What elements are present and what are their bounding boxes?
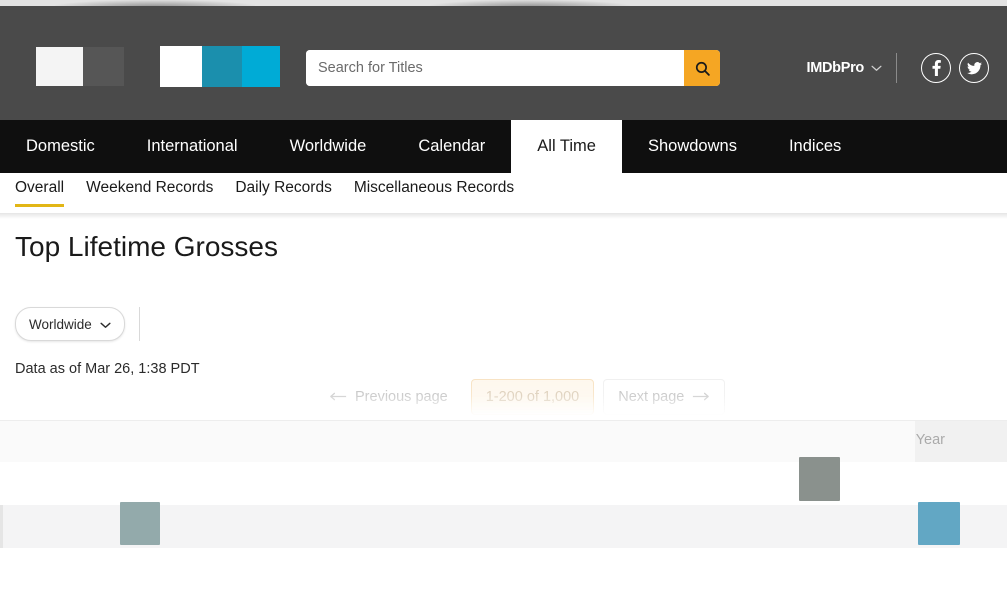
bom-logo-segment-teal: [202, 46, 242, 87]
filter-bar: Worldwide: [15, 308, 140, 340]
imdb-logo-block-light: [36, 47, 83, 86]
nav-item-label: Domestic: [26, 137, 95, 156]
nav-item-indices[interactable]: Indices: [763, 120, 867, 173]
table-row[interactable]: [0, 462, 1007, 505]
search-input[interactable]: [306, 50, 684, 86]
page-title: Top Lifetime Grosses: [15, 231, 278, 263]
imdb-logo[interactable]: [36, 47, 124, 86]
sub-nav-item-daily-records[interactable]: Daily Records: [235, 179, 331, 207]
chevron-down-icon: [100, 317, 111, 332]
data-as-of-text: Data as of Mar 26, 1:38 PDT: [15, 361, 200, 377]
bom-logo-segment-white: [160, 46, 202, 87]
twitter-icon: [967, 62, 982, 75]
nav-item-worldwide[interactable]: Worldwide: [264, 120, 393, 173]
sub-nav-shadow: [0, 213, 1007, 219]
facebook-icon: [932, 60, 941, 76]
sub-nav-item-label: Overall: [15, 179, 64, 196]
loading-placeholder-block: [918, 502, 960, 545]
facebook-link[interactable]: [921, 53, 951, 83]
sub-nav-item-weekend-records[interactable]: Weekend Records: [86, 179, 213, 207]
sub-nav-item-label: Daily Records: [235, 179, 331, 196]
twitter-link[interactable]: [959, 53, 989, 83]
column-header-year[interactable]: Year: [916, 432, 945, 448]
loading-placeholder-block: [799, 457, 840, 501]
loading-placeholder-block: [120, 502, 160, 545]
sub-nav-item-label: Miscellaneous Records: [354, 179, 514, 196]
imdb-logo-block-dark: [83, 47, 124, 86]
table-header-row: Year: [0, 420, 1007, 464]
box-office-mojo-logo[interactable]: [160, 46, 280, 87]
loading-ghost-text: [789, 515, 812, 529]
sub-nav-item-miscellaneous-records[interactable]: Miscellaneous Records: [354, 179, 514, 207]
imdbpro-label: IMDbPro: [806, 60, 864, 76]
search-icon: [694, 60, 711, 77]
filter-bar-divider: [139, 307, 140, 341]
nav-item-label: International: [147, 137, 238, 156]
site-header: IMDbPro: [0, 6, 1007, 120]
region-filter-value: Worldwide: [29, 317, 92, 332]
search-bar[interactable]: [306, 50, 720, 86]
nav-item-label: All Time: [537, 137, 596, 156]
sub-nav-item-overall[interactable]: Overall: [15, 179, 64, 207]
region-filter-dropdown[interactable]: Worldwide: [15, 307, 125, 341]
search-button[interactable]: [684, 50, 720, 86]
header-right-cluster: IMDbPro: [806, 50, 989, 86]
nav-item-label: Indices: [789, 137, 841, 156]
nav-item-label: Showdowns: [648, 137, 737, 156]
imdbpro-link[interactable]: IMDbPro: [806, 60, 896, 76]
table-row[interactable]: [0, 548, 1007, 591]
chevron-down-icon: [871, 65, 882, 72]
header-divider: [896, 53, 897, 83]
nav-item-calendar[interactable]: Calendar: [392, 120, 511, 173]
sub-nav: Overall Weekend Records Daily Records Mi…: [0, 173, 1007, 213]
nav-item-international[interactable]: International: [121, 120, 264, 173]
bom-logo-segment-cyan: [242, 46, 280, 87]
table-row-rail: [0, 505, 3, 548]
sub-nav-item-label: Weekend Records: [86, 179, 213, 196]
page-root: IMDbPro Domestic: [0, 0, 1007, 594]
nav-item-domestic[interactable]: Domestic: [0, 120, 121, 173]
nav-item-label: Calendar: [418, 137, 485, 156]
table-row[interactable]: [0, 505, 1007, 548]
nav-item-label: Worldwide: [290, 137, 367, 156]
main-nav: Domestic International Worldwide Calenda…: [0, 120, 1007, 173]
nav-item-showdowns[interactable]: Showdowns: [622, 120, 763, 173]
nav-item-all-time[interactable]: All Time: [511, 120, 622, 173]
results-table: Year: [0, 402, 1007, 594]
